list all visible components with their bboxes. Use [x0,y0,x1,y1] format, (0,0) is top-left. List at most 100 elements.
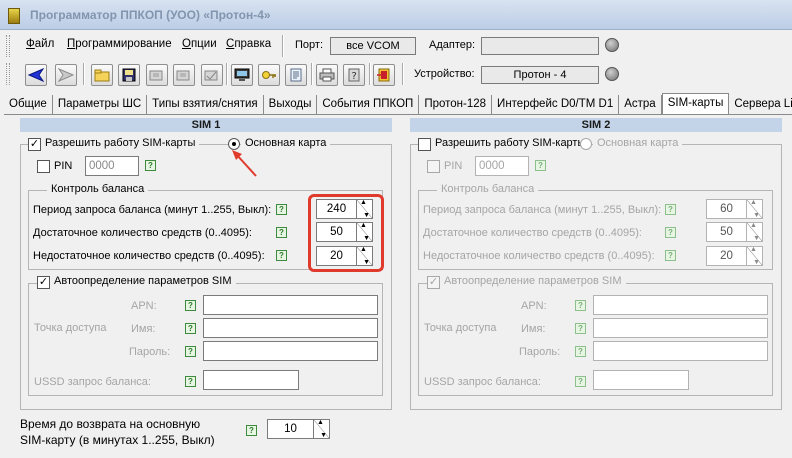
sim2-auto-checkbox[interactable]: ✓ [427,276,440,289]
open-button[interactable] [91,64,113,86]
return-time-spin-buttons[interactable] [314,419,330,439]
sim2-enough-spinner[interactable]: 50 [706,222,763,242]
notes-icon [290,68,302,82]
sim2-pin-input[interactable]: 0000 [475,156,529,176]
save-disk-icon [122,68,136,82]
sim2-auto-label: Автоопределение параметров SIM [440,275,626,287]
adapter-label: Адаптер: [429,39,476,51]
sim2-enough-spin-buttons[interactable] [747,222,763,242]
adapter-field[interactable] [481,37,599,55]
key-button[interactable] [258,64,280,86]
annotation-arrow-icon [232,150,257,177]
help-icon[interactable]: ? [276,227,287,238]
sim2-low-spinner[interactable]: 20 [706,246,763,266]
read-device-button[interactable] [146,64,168,86]
read-device-icon [149,70,163,81]
sim2-apn-input[interactable] [593,295,768,315]
sim1-name-input[interactable] [203,318,378,338]
help-icon[interactable]: ? [276,250,287,261]
sim2-ussd-input[interactable] [593,370,689,390]
help-icon[interactable]: ? [575,376,586,387]
help-icon[interactable]: ? [575,346,586,357]
sim2-main-card-radio[interactable] [580,138,592,150]
sim1-password-input[interactable] [203,341,378,361]
exit-button[interactable] [373,64,395,86]
help-icon[interactable]: ? [665,227,676,238]
menu-help[interactable]: Справка [226,38,271,50]
help-icon[interactable]: ? [535,160,546,171]
monitor-icon [234,68,250,81]
tab-general[interactable]: Общие [4,95,53,115]
sim1-apn-input[interactable] [203,295,378,315]
sim2-apn-label: APN: [521,300,547,312]
menu-programming[interactable]: Программирование [67,38,172,50]
sim1-auto-label: Автоопределение параметров SIM [50,275,236,287]
back-button[interactable] [25,64,47,86]
tab-arm-types[interactable]: Типы взятия/снятия [147,95,264,115]
toolbar-separator [402,63,404,85]
toolbar-grip[interactable] [6,63,10,85]
sim1-pin-input[interactable]: 0000 [85,156,139,176]
help-icon[interactable]: ? [145,160,156,171]
verify-device-button[interactable] [201,64,223,86]
tab-proton-128[interactable]: Протон-128 [419,95,493,115]
menu-separator [282,35,284,57]
help-icon[interactable]: ? [575,300,586,311]
port-label: Порт: [295,39,323,51]
sim2-pin-checkbox[interactable] [427,160,440,173]
sim2-enough-value[interactable]: 50 [706,222,747,242]
help-icon[interactable]: ? [575,323,586,334]
sim2-period-spin-buttons[interactable] [747,199,763,219]
return-time-spinner[interactable]: 10 [267,419,330,439]
menu-options[interactable]: Опции [182,38,217,50]
print-icon [319,68,335,82]
port-field[interactable]: все VCOM [330,37,416,55]
help-icon[interactable]: ? [276,204,287,215]
return-time-value[interactable]: 10 [267,419,314,439]
tab-outputs[interactable]: Выходы [264,95,318,115]
sim1-enable-label: Разрешить работу SIM-карты [41,137,200,149]
write-device-button[interactable] [173,64,195,86]
save-button[interactable] [118,64,140,86]
sim2-ussd-label: USSD запрос баланса: [424,376,541,388]
tab-astra[interactable]: Астра [619,95,662,115]
help-book-button[interactable]: ? [343,64,365,86]
notes-button[interactable] [285,64,307,86]
sim1-ussd-input[interactable] [203,370,299,390]
sim2-low-spin-buttons[interactable] [747,246,763,266]
sim2-period-spinner[interactable]: 60 [706,199,763,219]
help-icon[interactable]: ? [665,250,676,261]
sim1-enable-checkbox[interactable]: ✓ [28,138,41,151]
sim2-period-value[interactable]: 60 [706,199,747,219]
help-icon[interactable]: ? [246,425,257,436]
tab-events[interactable]: События ППКОП [317,95,420,115]
sim1-auto-checkbox[interactable]: ✓ [37,276,50,289]
monitor-button[interactable] [231,64,253,86]
sim1-enough-label: Достаточное количество средств (0..4095)… [33,227,252,239]
sim2-balance-title: Контроль баланса [437,183,539,195]
sim1-access-point-label: Точка доступа [34,322,107,334]
sim2-enable-checkbox[interactable] [418,138,431,151]
sim2-name-input[interactable] [593,318,768,338]
tab-zone-params[interactable]: Параметры ШС [53,95,148,115]
help-icon[interactable]: ? [185,323,196,334]
print-button[interactable] [316,64,338,86]
help-icon[interactable]: ? [665,204,676,215]
tab-sim-cards[interactable]: SIM-карты [661,93,730,115]
sim2-password-input[interactable] [593,341,768,361]
help-book-icon: ? [348,68,360,82]
help-icon[interactable]: ? [185,376,196,387]
help-icon[interactable]: ? [185,300,196,311]
return-time-label-line1: Время до возврата на основную [20,417,201,431]
tab-interface[interactable]: Интерфейс D0/TM D1 [492,95,620,115]
device-label: Устройство: [414,68,475,80]
help-icon[interactable]: ? [185,346,196,357]
menu-grip[interactable] [6,35,10,57]
sim2-enable-label: Разрешить работу SIM-карты [431,137,590,149]
sim1-pin-checkbox[interactable] [37,160,50,173]
menu-file[interactable]: Файл [26,38,54,50]
device-field[interactable]: Протон - 4 [481,66,599,84]
tab-servers[interactable]: Сервера Li [729,95,792,115]
forward-button[interactable] [55,64,77,86]
sim2-low-value[interactable]: 20 [706,246,747,266]
